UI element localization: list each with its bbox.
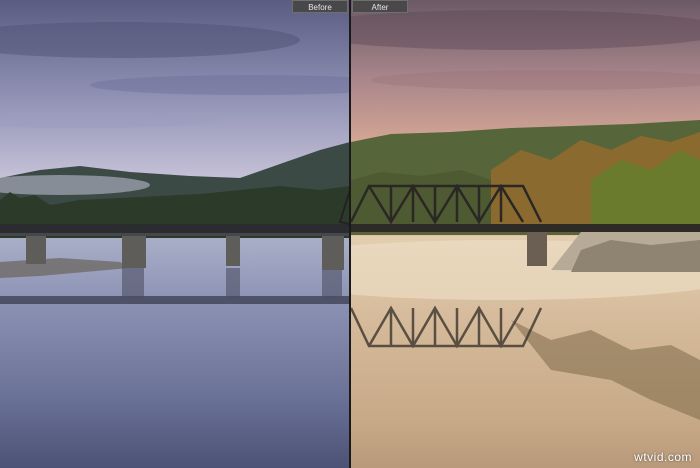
after-label: After [352,0,408,13]
watermark-text: wtvid.com [634,450,692,464]
after-photo [351,0,700,468]
after-image [351,0,700,468]
before-image [0,0,350,468]
before-label: Before [292,0,348,13]
before-photo [0,0,350,468]
before-after-viewer: Before After wtvid.com [0,0,700,468]
split-divider[interactable] [349,0,351,468]
